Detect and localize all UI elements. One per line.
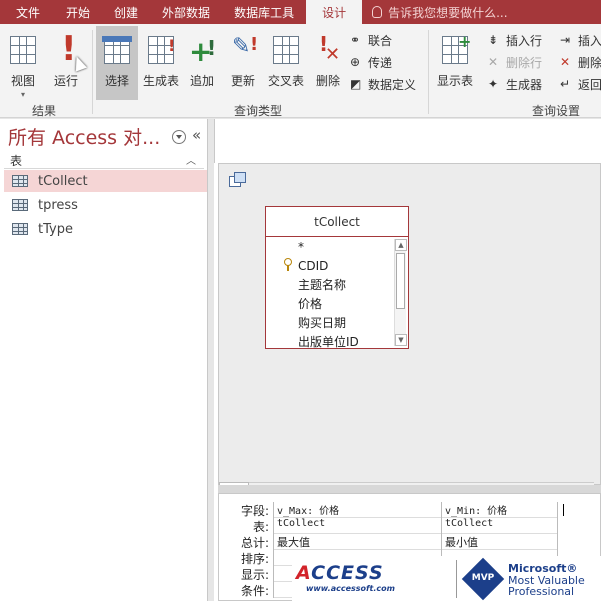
nav-item-tpress[interactable]: tpress [4, 194, 207, 216]
update-button[interactable]: ✎! 更新 [224, 26, 262, 100]
shutter-bar-close-icon[interactable]: « [192, 126, 201, 144]
tab-create[interactable]: 创建 [102, 0, 150, 24]
lightbulb-icon [372, 6, 383, 18]
chevron-up-icon[interactable]: ︿ [186, 152, 196, 167]
scroll-up-icon[interactable]: ▲ [395, 239, 407, 251]
watermark-banner: ACCESS www.accessoft.com MVP Microsoft® … [292, 556, 601, 601]
data-definition-button[interactable]: ◩ 数据定义 [350, 74, 416, 94]
group-separator [428, 30, 429, 114]
field-item[interactable]: 购买日期 [266, 313, 408, 332]
scroll-down-icon[interactable]: ▼ [395, 334, 407, 346]
divider [4, 168, 204, 169]
delete-query-button[interactable]: ! ✕ 删除 [310, 26, 346, 100]
pane-splitter[interactable] [218, 485, 601, 493]
table-cell[interactable]: tCollect [442, 518, 557, 534]
return-button[interactable]: ↵ 返回 [560, 74, 601, 94]
table-icon [12, 223, 28, 235]
key-icon [284, 258, 292, 271]
data-definition-icon: ◩ [350, 77, 362, 91]
query-design-window: tCollect * CDID 主题名称 价格 购买日期 出版单位ID ▲ ▼ … [214, 119, 601, 601]
tab-home[interactable]: 开始 [54, 0, 102, 24]
grid-row-labels: 字段: 表: 总计: 排序: 显示: 条件: [240, 504, 269, 598]
query-object-icon [229, 172, 246, 187]
union-button[interactable]: ⚭ 联合 [350, 30, 392, 50]
tab-design[interactable]: 设计 [306, 0, 363, 24]
mvp-badge-text: MVP [471, 573, 495, 583]
field-item[interactable]: * [266, 237, 408, 256]
crosstab-button[interactable]: 交叉表 [264, 26, 308, 100]
watermark-url: www.accessoft.com [306, 584, 395, 593]
tab-database-tools[interactable]: 数据库工具 [222, 0, 306, 24]
mvp-line-3: Professional [508, 585, 575, 598]
nav-pane-title[interactable]: 所有 Access 对... [8, 123, 160, 150]
total-cell[interactable]: 最大值 [274, 534, 441, 550]
tab-file[interactable]: 文件 [0, 0, 54, 24]
delete-rows-button[interactable]: ✕ 删除行 [488, 52, 542, 72]
divider [456, 560, 457, 598]
insert-rows-button[interactable]: ⇟ 插入行 [488, 30, 542, 50]
union-icon: ⚭ [350, 33, 361, 47]
nav-item-tcollect[interactable]: tCollect [4, 170, 207, 192]
field-item[interactable]: 价格 [266, 294, 408, 313]
field-list-tcollect[interactable]: tCollect * CDID 主题名称 价格 购买日期 出版单位ID ▲ ▼ [265, 206, 409, 349]
navigation-pane: 所有 Access 对... « 表 ︿ tCollect tpress tTy… [0, 119, 208, 601]
make-table-button[interactable]: ! 生成表 [140, 26, 182, 100]
ribbon-tab-bar: 文件 开始 创建 外部数据 数据库工具 设计 告诉我您想要做什么... [0, 0, 601, 24]
table-icon [12, 175, 28, 187]
pass-through-button[interactable]: ⊕ 传递 [350, 52, 392, 72]
append-button[interactable]: +! 追加 [184, 26, 220, 100]
field-list-title[interactable]: tCollect [266, 207, 408, 237]
table-pane[interactable]: tCollect * CDID 主题名称 价格 购买日期 出版单位ID ▲ ▼ … [218, 163, 601, 498]
globe-icon: ⊕ [350, 55, 361, 69]
insert-rows-icon: ⇟ [488, 33, 499, 47]
insert-columns-button[interactable]: ⇥ 插入 [560, 30, 601, 50]
nav-menu-dropdown-icon[interactable] [172, 130, 186, 144]
view-button[interactable]: 视图 ▾ [4, 26, 42, 100]
builder-button[interactable]: ✦ 生成器 [488, 74, 542, 94]
field-cell[interactable]: v_Max: 价格 [274, 502, 441, 518]
table-icon [12, 199, 28, 211]
delete-columns-icon: ✕ [560, 55, 571, 69]
tab-external-data[interactable]: 外部数据 [150, 0, 222, 24]
delete-columns-button[interactable]: ✕ 删除 [560, 52, 601, 72]
nav-item-ttype[interactable]: tType [4, 218, 207, 240]
select-query-icon [102, 32, 132, 66]
field-item[interactable]: 主题名称 [266, 275, 408, 294]
group-query-setup-label: 查询设置 [532, 104, 581, 118]
total-cell[interactable]: 最小值 [442, 534, 557, 550]
tell-me-placeholder: 告诉我您想要做什么... [388, 5, 508, 20]
select-query-button[interactable]: 选择 [96, 26, 138, 100]
return-icon: ↵ [560, 77, 571, 91]
group-separator [92, 30, 93, 114]
document-tab-strip [214, 119, 601, 163]
ribbon: 视图 ▾ ! 运行 结果 选择 ! 生成表 +! 追加 ✎! 更新 交叉表 ! ✕… [0, 24, 601, 118]
tell-me-box[interactable]: 告诉我您想要做什么... [362, 0, 508, 24]
insert-columns-icon: ⇥ [560, 33, 571, 47]
access-logo: ACCESS [296, 562, 384, 584]
show-table-icon: + [440, 32, 471, 66]
text-caret [563, 504, 564, 516]
chevron-down-icon: ▾ [20, 90, 25, 99]
scroll-thumb[interactable] [396, 253, 405, 309]
table-cell[interactable]: tCollect [274, 518, 441, 534]
delete-rows-icon: ✕ [488, 55, 499, 69]
field-list-body: * CDID 主题名称 价格 购买日期 出版单位ID ▲ ▼ [266, 237, 408, 348]
nav-category-tables[interactable]: 表 [10, 152, 22, 169]
show-table-button[interactable]: + 显示表 [434, 26, 476, 100]
delete-query-icon: ! ✕ [319, 32, 341, 65]
append-icon: +! [189, 35, 217, 68]
view-icon [8, 32, 38, 66]
builder-icon: ✦ [488, 77, 499, 91]
field-item-primary-key[interactable]: CDID [266, 256, 408, 275]
crosstab-icon [271, 32, 301, 66]
pencil-icon: ✎! [232, 34, 259, 59]
field-item[interactable]: 出版单位ID [266, 332, 408, 348]
group-query-type-label: 查询类型 [234, 104, 283, 118]
field-cell[interactable]: v_Min: 价格 [442, 502, 557, 518]
field-list-scrollbar[interactable]: ▲ ▼ [394, 239, 407, 346]
group-results-label: 结果 [32, 104, 57, 118]
make-table-icon: ! [146, 32, 176, 66]
